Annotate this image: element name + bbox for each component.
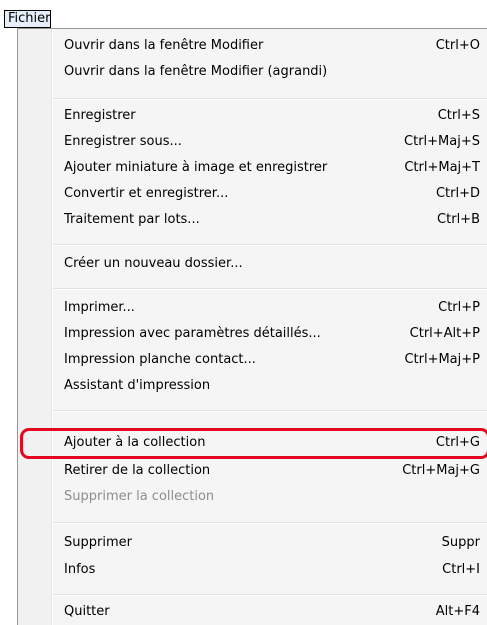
fichier-dropdown-menu: Ouvrir dans la fenêtre Modifier Ctrl+O O… bbox=[17, 28, 487, 625]
menu-item-label: Créer un nouveau dossier... bbox=[64, 256, 243, 271]
menu-separator bbox=[54, 594, 487, 596]
menu-item-shortcut: Ctrl+D bbox=[435, 186, 480, 201]
menu-item-label: Supprimer la collection bbox=[64, 489, 215, 504]
menu-item-enregistrer-sous[interactable]: Enregistrer sous... Ctrl+Maj+S bbox=[18, 130, 487, 156]
menu-item-shortcut: Ctrl+Maj+P bbox=[404, 352, 480, 367]
menu-item-label: Ouvrir dans la fenêtre Modifier bbox=[64, 38, 264, 53]
menu-item-shortcut: Ctrl+P bbox=[438, 300, 480, 315]
menu-item-ouvrir-modifier[interactable]: Ouvrir dans la fenêtre Modifier Ctrl+O bbox=[18, 34, 487, 60]
menu-item-convertir-enregistrer[interactable]: Convertir et enregistrer... Ctrl+D bbox=[18, 182, 487, 208]
menu-item-ouvrir-modifier-agrandi[interactable]: Ouvrir dans la fenêtre Modifier (agrandi… bbox=[18, 60, 487, 86]
menu-item-shortcut: Ctrl+I bbox=[442, 562, 480, 577]
menu-item-label: Enregistrer bbox=[64, 108, 136, 123]
menu-item-supprimer-collection: Supprimer la collection bbox=[18, 485, 487, 511]
menu-item-label: Ajouter miniature à image et enregistrer bbox=[64, 160, 328, 175]
menu-item-shortcut: Ctrl+Alt+P bbox=[409, 326, 480, 341]
menu-item-label: Impression planche contact... bbox=[64, 352, 256, 367]
menu-item-infos[interactable]: Infos Ctrl+I bbox=[18, 558, 487, 584]
menu-item-label: Retirer de la collection bbox=[64, 463, 211, 478]
menu-item-label: Traitement par lots... bbox=[64, 212, 200, 227]
menu-item-shortcut: Ctrl+S bbox=[437, 108, 480, 123]
menu-item-shortcut: Ctrl+Maj+S bbox=[404, 134, 480, 149]
menu-item-ajouter-miniature[interactable]: Ajouter miniature à image et enregistrer… bbox=[18, 156, 487, 182]
menu-item-shortcut: Suppr bbox=[441, 535, 480, 550]
menu-separator bbox=[54, 98, 487, 100]
menu-item-supprimer[interactable]: Supprimer Suppr bbox=[18, 531, 487, 557]
menu-item-label: Supprimer bbox=[64, 535, 132, 550]
menu-item-quitter[interactable]: Quitter Alt+F4 bbox=[18, 600, 487, 625]
menu-item-label: Convertir et enregistrer... bbox=[64, 186, 229, 201]
menu-item-imprimer[interactable]: Imprimer... Ctrl+P bbox=[18, 296, 487, 322]
menu-item-creer-dossier[interactable]: Créer un nouveau dossier... bbox=[18, 252, 487, 278]
menu-item-label: Assistant d'impression bbox=[64, 378, 211, 393]
menu-item-enregistrer[interactable]: Enregistrer Ctrl+S bbox=[18, 104, 487, 130]
menu-item-label: Ouvrir dans la fenêtre Modifier (agrandi… bbox=[64, 64, 328, 79]
menu-item-impression-planche-contact[interactable]: Impression planche contact... Ctrl+Maj+P bbox=[18, 348, 487, 374]
highlight-annotation bbox=[20, 428, 487, 459]
menu-item-label: Infos bbox=[64, 562, 96, 577]
menu-item-shortcut: Ctrl+Maj+T bbox=[404, 160, 480, 175]
menu-item-traitement-par-lots[interactable]: Traitement par lots... Ctrl+B bbox=[18, 208, 487, 234]
menu-item-label: Imprimer... bbox=[64, 300, 135, 315]
menu-item-shortcut: Ctrl+Maj+G bbox=[402, 463, 480, 478]
menu-item-impression-parametres[interactable]: Impression avec paramètres détaillés... … bbox=[18, 322, 487, 348]
menu-item-label: Enregistrer sous... bbox=[64, 134, 182, 149]
screenshot-stage: Fichier Ouvrir dans la fenêtre Modifier … bbox=[0, 0, 487, 625]
menu-item-assistant-impression[interactable]: Assistant d'impression bbox=[18, 374, 487, 400]
menu-separator bbox=[54, 410, 487, 412]
menu-separator bbox=[54, 288, 487, 290]
menu-separator bbox=[54, 522, 487, 524]
menu-bar-fichier[interactable]: Fichier bbox=[4, 10, 51, 28]
menu-item-shortcut: Ctrl+O bbox=[435, 38, 480, 53]
menu-item-label: Impression avec paramètres détaillés... bbox=[64, 326, 321, 341]
menu-item-label: Quitter bbox=[64, 604, 110, 619]
menu-item-shortcut: Alt+F4 bbox=[435, 604, 480, 619]
menu-item-shortcut: Ctrl+B bbox=[437, 212, 480, 227]
menu-separator bbox=[54, 244, 487, 246]
menu-item-retirer-collection[interactable]: Retirer de la collection Ctrl+Maj+G bbox=[18, 459, 487, 485]
